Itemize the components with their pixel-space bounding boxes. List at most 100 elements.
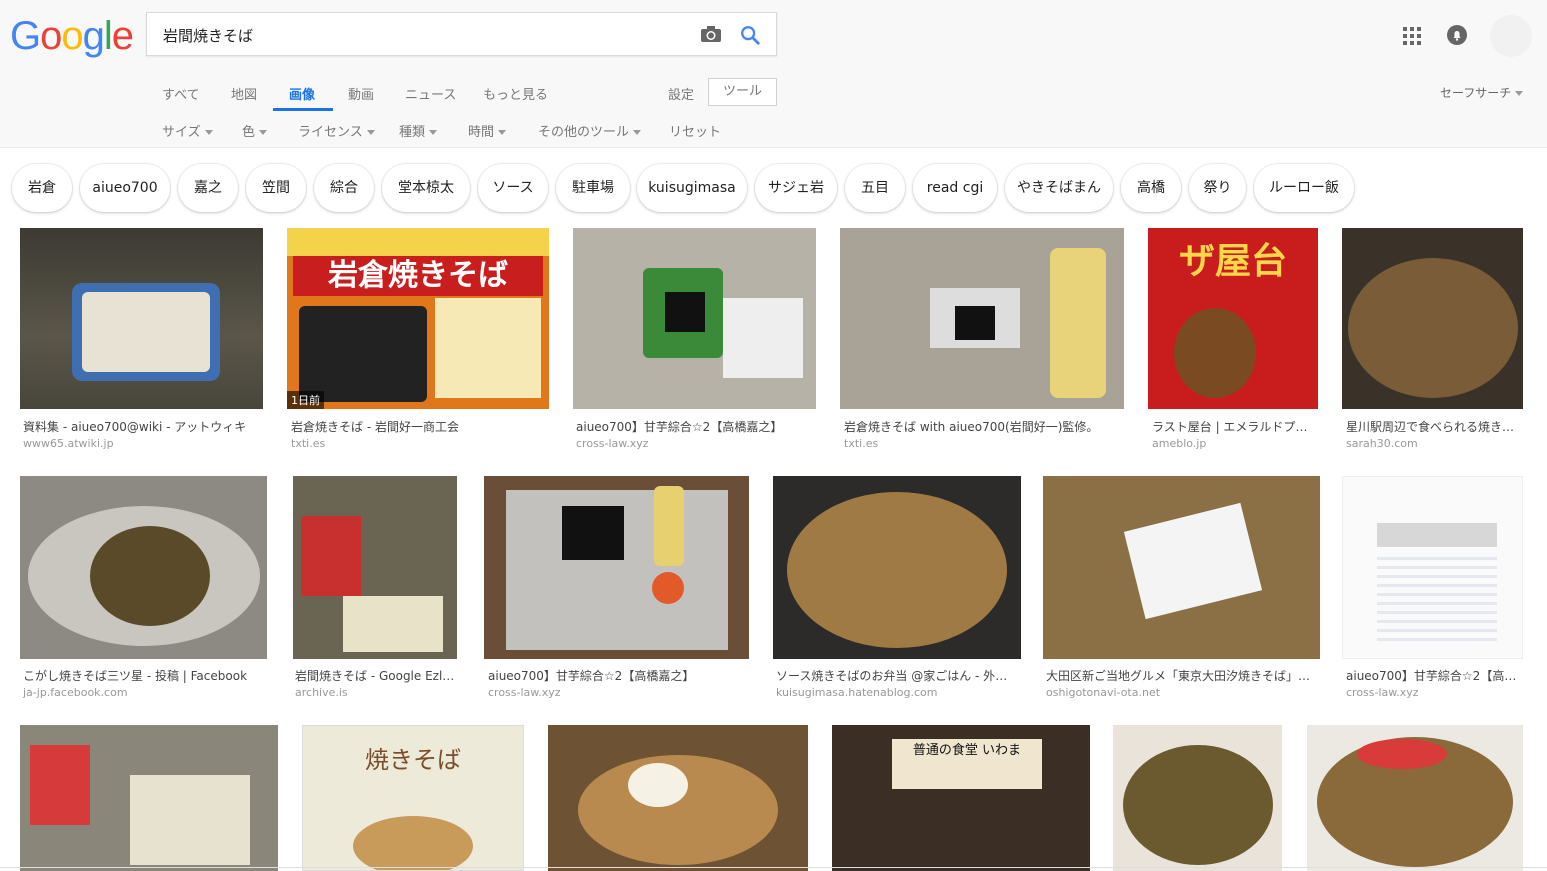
text-lines [1377,557,1497,647]
filter-reset[interactable]: リセット [669,121,721,140]
tab-videos[interactable]: 動画 [348,84,374,103]
result-image-7[interactable] [293,476,457,659]
food-shape [1174,308,1256,398]
tab-maps[interactable]: 地図 [231,84,257,103]
result-source-4: ameblo.jp [1152,437,1207,450]
filter-label: ライセンス [298,125,363,140]
result-source-11: cross-law.xyz [1346,686,1419,699]
chip-15[interactable]: ルーロー飯 [1254,164,1354,212]
result-title-8[interactable]: aiueo700】甘芋綜合☆2【高橋嘉之】 [488,667,746,684]
top-header: Google すべて 地図 画像 動画 ニュース もっと見る 設定 ツール [0,0,1547,148]
search-icon[interactable] [739,24,761,46]
chip-9[interactable]: サジェ岩 [755,164,837,212]
food-shape [343,596,443,652]
food-shape [665,292,705,332]
chip-8[interactable]: kuisugimasa [637,164,747,212]
chevron-down-icon [366,130,375,135]
filter-size[interactable]: サイズ [162,121,213,140]
result-title-2[interactable]: aiueo700】甘芋綜合☆2【高橋嘉之】 [576,418,813,435]
chip-7[interactable]: 駐車場 [556,164,630,212]
food-shape [723,298,803,378]
result-title-7[interactable]: 岩間焼きそば - Google Ezl… [295,667,455,684]
result-image-14[interactable] [548,725,808,871]
tab-news[interactable]: ニュース [405,84,456,103]
apps-grid-icon[interactable] [1403,27,1421,45]
tab-all[interactable]: すべて [162,84,200,103]
filter-label: その他のツール [538,125,630,140]
tab-images[interactable]: 画像 [289,84,315,103]
result-image-13[interactable]: 焼きそば [302,725,524,871]
chip-0[interactable]: 岩倉 [12,164,72,212]
result-title-6[interactable]: こがし焼きそば三ツ星 - 投稿 | Facebook [23,667,263,684]
safesearch-menu[interactable]: セーフサーチ [1440,84,1524,101]
result-image-2[interactable] [573,228,816,409]
result-image-17[interactable] [1307,725,1523,871]
result-image-0[interactable] [20,228,263,409]
poster-text-area [435,298,541,398]
poster-title: 岩倉焼きそば [293,256,543,296]
chip-12[interactable]: やきそばまん [1005,164,1113,212]
settings-link[interactable]: 設定 [668,84,694,103]
result-title-5[interactable]: 星川駅周辺で食べられる焼き… [1346,418,1524,435]
result-image-10[interactable] [1043,476,1320,659]
food-shape [1123,745,1273,865]
result-title-4[interactable]: ラスト屋台 | エメラルドプレイ… [1152,418,1317,435]
result-image-8[interactable] [484,476,749,659]
filter-license[interactable]: ライセンス [298,121,375,140]
chip-10[interactable]: 五目 [845,164,905,212]
food-shape [90,526,210,626]
chevron-down-icon [1515,91,1524,96]
bottom-divider [0,867,1547,868]
filter-label: 種類 [399,125,426,140]
search-box [146,12,777,56]
filter-type[interactable]: 種類 [399,121,438,140]
camera-icon[interactable] [700,25,722,43]
shop-sign: 普通の食堂 いわま [892,739,1042,789]
result-image-3[interactable] [840,228,1124,409]
chip-3[interactable]: 笠間 [246,164,306,212]
result-title-3[interactable]: 岩倉焼きそば with aiueo700(岩間好一)監修。 [844,418,1122,435]
result-source-8: cross-law.xyz [488,686,561,699]
chip-1[interactable]: aiueo700 [80,164,170,212]
filter-color[interactable]: 色 [242,121,268,140]
result-image-12[interactable] [20,725,278,871]
result-image-6[interactable] [20,476,267,659]
result-title-0[interactable]: 資料集 - aiueo700@wiki - アットウィキ [23,418,260,435]
date-badge: 1日前 [287,391,324,409]
tools-button[interactable]: ツール [708,78,777,106]
chip-6[interactable]: ソース [478,164,548,212]
chevron-down-icon [429,130,438,135]
result-title-9[interactable]: ソース焼きそばのお弁当 @家ごはん - 外ご… [776,667,1018,684]
result-image-16[interactable] [1113,725,1282,871]
result-image-9[interactable] [773,476,1021,659]
chip-11[interactable]: read cgi [913,164,997,212]
chip-4[interactable]: 綜合 [314,164,374,212]
chip-2[interactable]: 嘉之 [178,164,238,212]
chip-13[interactable]: 高橋 [1121,164,1181,212]
filter-time[interactable]: 時間 [468,121,507,140]
search-input[interactable] [161,23,685,47]
food-shape [1357,739,1447,769]
food-shape [30,745,90,825]
result-title-11[interactable]: aiueo700】甘芋綜合☆2【高… [1346,667,1521,684]
food-shape [130,775,250,865]
safesearch-label: セーフサーチ [1440,86,1512,100]
google-logo[interactable]: Google [10,14,134,58]
account-avatar[interactable] [1490,15,1532,57]
result-image-5[interactable] [1342,228,1523,409]
filter-more-tools[interactable]: その他のツール [538,121,642,140]
chip-14[interactable]: 祭り [1189,164,1246,212]
result-source-6: ja-jp.facebook.com [23,686,128,699]
result-title-10[interactable]: 大田区新ご当地グルメ「東京大田汐焼きそば」誕… [1046,667,1316,684]
food-shape [562,506,624,560]
result-source-7: archive.is [295,686,348,699]
notifications-bell-icon[interactable] [1447,25,1467,45]
result-image-11[interactable] [1342,476,1523,659]
result-image-4[interactable]: ザ屋台 [1148,228,1318,409]
result-source-1: txti.es [291,437,326,450]
result-image-15[interactable]: 普通の食堂 いわま [832,725,1090,871]
result-title-1[interactable]: 岩倉焼きそば - 岩間好一商工会 [291,418,547,435]
tab-more[interactable]: もっと見る [483,84,548,103]
chip-5[interactable]: 堂本椋太 [382,164,470,212]
result-image-1[interactable]: 岩倉焼きそば 1日前 [287,228,549,409]
